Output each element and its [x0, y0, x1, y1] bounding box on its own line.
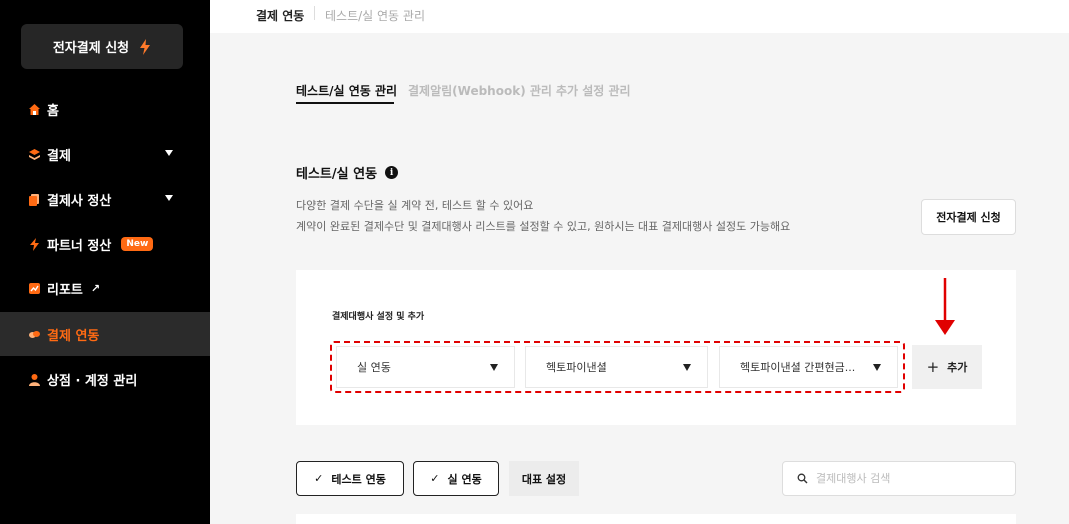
- sidebar-item-payment[interactable]: 결제: [0, 132, 210, 176]
- check-icon: ✓: [430, 472, 440, 485]
- sidebar-item-label: 결제사 정산: [47, 193, 112, 209]
- dropdown-caret-icon: [683, 364, 691, 371]
- apply-payment-button[interactable]: 전자결제 신청: [21, 24, 183, 69]
- sidebar-item-pg-settlement[interactable]: 결제사 정산: [0, 177, 210, 221]
- add-pg-button[interactable]: + 추가: [912, 345, 982, 389]
- section-title: 테스트/실 연동 i: [296, 163, 399, 182]
- apply-payment-button-label: 전자결제 신청: [52, 41, 130, 56]
- info-icon[interactable]: i: [385, 166, 399, 179]
- layers-icon: [29, 148, 40, 160]
- lightning-icon: [30, 237, 39, 251]
- breadcrumb-current[interactable]: 결제 연동: [256, 7, 304, 24]
- chart-icon: [29, 282, 40, 294]
- active-tab-underline: [296, 102, 394, 104]
- pg-settings-card: 결제대행사 설정 및 추가 실 연동 헥토파이낸셜 헥토파이낸셜 간편현금...…: [296, 270, 1016, 425]
- pg-select-value: 헥토파이낸셜: [546, 361, 607, 374]
- link-icon: [29, 330, 40, 338]
- section-description-line2: 계약이 완료된 결제수단 및 결제대행사 리스트를 설정할 수 있고, 원하시는…: [296, 220, 791, 233]
- sidebar-item-label: 홈: [47, 103, 59, 119]
- sidebar-item-store-account[interactable]: 상점 · 계정 관리: [0, 357, 210, 401]
- document-icon: [29, 193, 39, 206]
- apply-payment-outline-button[interactable]: 전자결제 신청: [921, 199, 1016, 235]
- mode-select[interactable]: 실 연동: [336, 346, 515, 388]
- sidebar-item-label: 파트너 정산: [47, 238, 112, 254]
- breadcrumb-divider: [314, 6, 315, 20]
- sidebar-item-payment-integration[interactable]: 결제 연동: [0, 312, 210, 356]
- payment-method-select-value: 헥토파이낸셜 간편현금...: [740, 361, 856, 374]
- search-icon: [797, 473, 808, 484]
- pg-search-input[interactable]: [816, 472, 1006, 485]
- sidebar-item-home[interactable]: 홈: [0, 87, 210, 131]
- section-title-text: 테스트/실 연동: [296, 167, 378, 182]
- test-integration-toggle[interactable]: ✓ 테스트 연동: [296, 461, 404, 496]
- lightning-icon: [140, 38, 151, 55]
- pg-search-box[interactable]: [782, 461, 1016, 496]
- plus-icon: +: [926, 358, 940, 376]
- test-integration-label: 테스트 연동: [331, 472, 386, 486]
- sidebar-item-label: 리포트: [47, 282, 83, 298]
- home-icon: [29, 103, 40, 115]
- pg-select[interactable]: 헥토파이낸셜: [525, 346, 708, 388]
- list-area-top: [296, 514, 1016, 524]
- tab-additional-settings[interactable]: 추가 설정 관리: [556, 82, 631, 99]
- tab-webhook-management[interactable]: 결제알림(Webhook) 관리: [408, 82, 552, 99]
- set-primary-button[interactable]: 대표 설정: [509, 461, 579, 496]
- top-breadcrumb-bar: 결제 연동 테스트/실 연동 관리: [210, 0, 1069, 33]
- real-integration-toggle[interactable]: ✓ 실 연동: [413, 461, 499, 496]
- red-arrow-annotation-icon: [935, 278, 955, 335]
- external-link-icon: ↗: [90, 281, 101, 295]
- sidebar: 전자결제 신청 홈 결제 결제사 정산 파트너 정산 New 리포트 ↗ 결제 …: [0, 0, 210, 524]
- tab-test-real-management[interactable]: 테스트/실 연동 관리: [296, 82, 397, 99]
- sidebar-item-partner-settlement[interactable]: 파트너 정산 New: [0, 222, 210, 266]
- sidebar-item-label: 결제: [47, 148, 71, 164]
- chevron-down-icon: [165, 150, 173, 156]
- real-integration-label: 실 연동: [447, 472, 482, 486]
- dropdown-caret-icon: [490, 364, 498, 371]
- breadcrumb-sub[interactable]: 테스트/실 연동 관리: [325, 7, 425, 24]
- section-description-line1: 다양한 결제 수단을 실 계약 전, 테스트 할 수 있어요: [296, 199, 534, 212]
- dropdown-caret-icon: [873, 364, 881, 371]
- users-icon: [29, 373, 40, 386]
- mode-select-value: 실 연동: [357, 361, 391, 374]
- new-badge: New: [121, 237, 154, 251]
- payment-method-select[interactable]: 헥토파이낸셜 간편현금...: [719, 346, 898, 388]
- sidebar-item-report[interactable]: 리포트 ↗: [0, 266, 210, 310]
- sidebar-item-label: 상점 · 계정 관리: [47, 373, 138, 389]
- pg-settings-label: 결제대행사 설정 및 추가: [332, 312, 425, 322]
- add-pg-button-label: 추가: [947, 361, 968, 374]
- sidebar-item-label: 결제 연동: [47, 328, 100, 344]
- chevron-down-icon: [165, 195, 173, 201]
- check-icon: ✓: [314, 472, 324, 485]
